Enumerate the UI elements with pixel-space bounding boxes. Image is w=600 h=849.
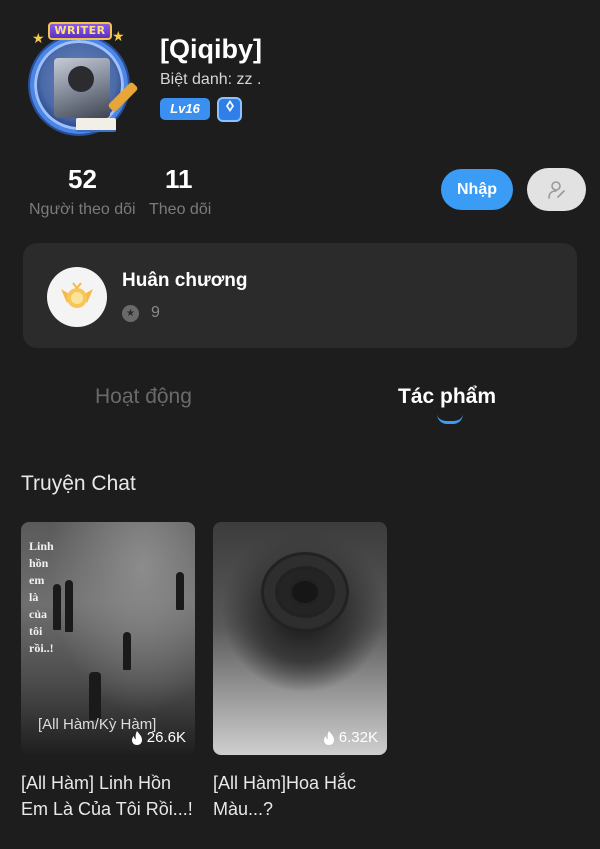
followers-count[interactable]: 52	[68, 164, 97, 195]
followers-label[interactable]: Người theo dõi	[29, 201, 136, 219]
medal-count: 9	[151, 304, 160, 321]
story-title[interactable]: [All Hàm] Linh Hồn Em Là Của Tôi Rồi...!	[21, 770, 201, 822]
figure-silhouette	[89, 672, 101, 720]
rose-image	[289, 578, 321, 606]
following-count[interactable]: 11	[165, 164, 193, 195]
import-button[interactable]: Nhập	[441, 169, 513, 210]
level-badge[interactable]: Lv16	[160, 98, 210, 120]
fire-icon	[323, 730, 334, 745]
tab-works[interactable]: Tác phẩm	[398, 385, 496, 409]
writer-banner: WRITER	[48, 22, 112, 40]
star-icon: ★	[32, 30, 45, 46]
person-edit-icon	[547, 180, 565, 199]
section-title: Truyện Chat	[21, 472, 136, 495]
following-label[interactable]: Theo dõi	[149, 201, 211, 219]
view-count: 26.6K	[130, 729, 186, 746]
tab-activity[interactable]: Hoạt động	[95, 385, 192, 409]
story-card[interactable]: Linh hồn em là của tôi rồi..! [All Hàm/K…	[21, 522, 195, 755]
figure-silhouette	[123, 632, 131, 670]
nickname: Biệt danh: zz .	[160, 71, 262, 88]
story-title[interactable]: [All Hàm]Hoa Hắc Màu...?	[213, 770, 393, 822]
figure-silhouette	[53, 584, 61, 630]
figure-silhouette	[176, 572, 184, 610]
medal-title: Huân chương	[122, 270, 248, 291]
username: [Qiqiby]	[160, 34, 262, 64]
diamond-badge-icon[interactable]	[217, 97, 242, 122]
star-icon: ★	[112, 28, 125, 44]
cover-title: Linh hồn em là của tôi rồi..!	[29, 539, 54, 655]
view-count-value: 6.32K	[338, 729, 378, 746]
fire-icon	[131, 730, 142, 745]
figure-silhouette	[65, 580, 73, 632]
story-card[interactable]: 6.32K	[213, 522, 387, 755]
book-icon	[76, 118, 116, 132]
medal-card[interactable]: Huân chương ★ 9	[23, 243, 577, 348]
medal-icon	[47, 267, 107, 327]
avatar-photo	[54, 58, 110, 118]
active-tab-indicator	[437, 414, 463, 424]
view-count-value: 26.6K	[146, 729, 186, 746]
view-count: 6.32K	[322, 729, 378, 746]
edit-profile-button[interactable]	[527, 168, 586, 211]
star-circle-icon: ★	[122, 305, 139, 322]
avatar[interactable]: WRITER ★ ★	[18, 22, 140, 140]
